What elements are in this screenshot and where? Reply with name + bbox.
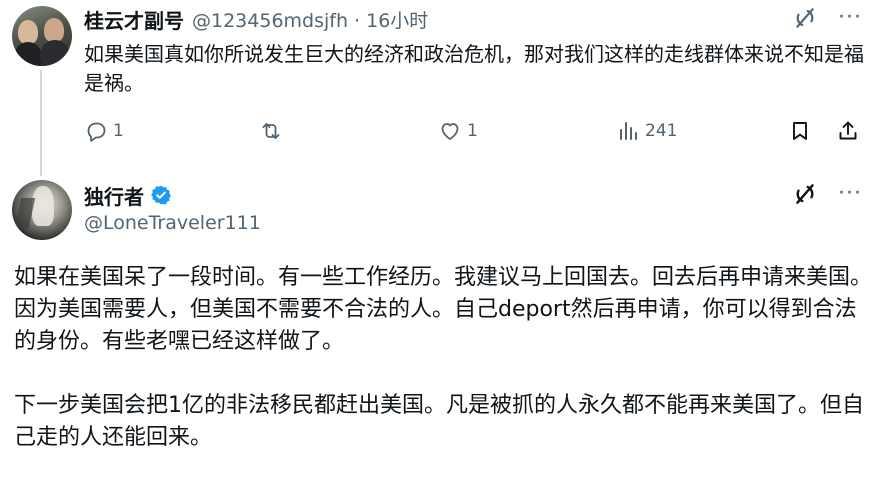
- author-handle[interactable]: @LoneTraveler111: [84, 212, 261, 234]
- reply-count: 1: [113, 121, 124, 141]
- tweet-text: 如果美国真如你所说发生巨大的经济和政治危机，那对我们这样的走线群体来说不知是福是…: [84, 42, 864, 95]
- tweet-top-actions: ···: [792, 5, 862, 31]
- avatar-figure: [44, 18, 64, 42]
- bookmark-icon: [793, 122, 807, 140]
- avatar-figure: [32, 186, 54, 226]
- more-icon[interactable]: ···: [838, 181, 862, 207]
- avatar[interactable]: [12, 180, 72, 240]
- reply-icon: [87, 122, 106, 142]
- like-count: 1: [467, 121, 478, 141]
- retweet-button[interactable]: [259, 116, 288, 146]
- grok-icon[interactable]: [792, 181, 818, 207]
- author-name[interactable]: 桂云才副号: [84, 5, 184, 34]
- tweet-top-actions: ···: [792, 181, 862, 207]
- reply-button[interactable]: 1: [84, 116, 124, 146]
- thread-connector-line: [40, 70, 42, 176]
- tweet-text: 如果在美国呆了一段时间。有一些工作经历。我建议马上回国去。回去后再申请来美国。因…: [14, 262, 874, 454]
- views-button[interactable]: 241: [616, 116, 677, 146]
- like-icon: [441, 123, 459, 140]
- avatar[interactable]: [12, 6, 72, 66]
- share-icon: [839, 121, 857, 140]
- tweet-paragraph: 下一步美国会把1亿的非法移民都赶出美国。凡是被抓的人永久都不能再来美国了。但自己…: [14, 393, 864, 450]
- author-handle-time[interactable]: @123456mdsjfh · 16小时: [192, 6, 428, 33]
- avatar-figure: [18, 20, 38, 44]
- tweet-header: 独行者: [84, 181, 172, 209]
- tweet-paragraph: 如果在美国呆了一段时间。有一些工作经历。我建议马上回国去。回去后再申请来美国。因…: [14, 265, 873, 354]
- avatar-figure: [14, 42, 42, 66]
- more-icon[interactable]: ···: [838, 5, 862, 31]
- author-name[interactable]: 独行者: [84, 181, 144, 210]
- share-button[interactable]: [836, 116, 860, 146]
- tweet-action-bar: 1 1 241: [84, 116, 874, 146]
- views-icon: [620, 122, 637, 140]
- grok-icon[interactable]: [792, 5, 818, 31]
- views-count: 241: [645, 121, 678, 141]
- like-button[interactable]: 1: [438, 116, 478, 146]
- avatar-figure: [40, 40, 70, 66]
- tweet-header: 桂云才副号 @123456mdsjfh · 16小时: [84, 5, 428, 33]
- retweet-icon: [262, 123, 280, 139]
- bookmark-button[interactable]: [788, 116, 812, 146]
- verified-badge-icon: [150, 185, 172, 205]
